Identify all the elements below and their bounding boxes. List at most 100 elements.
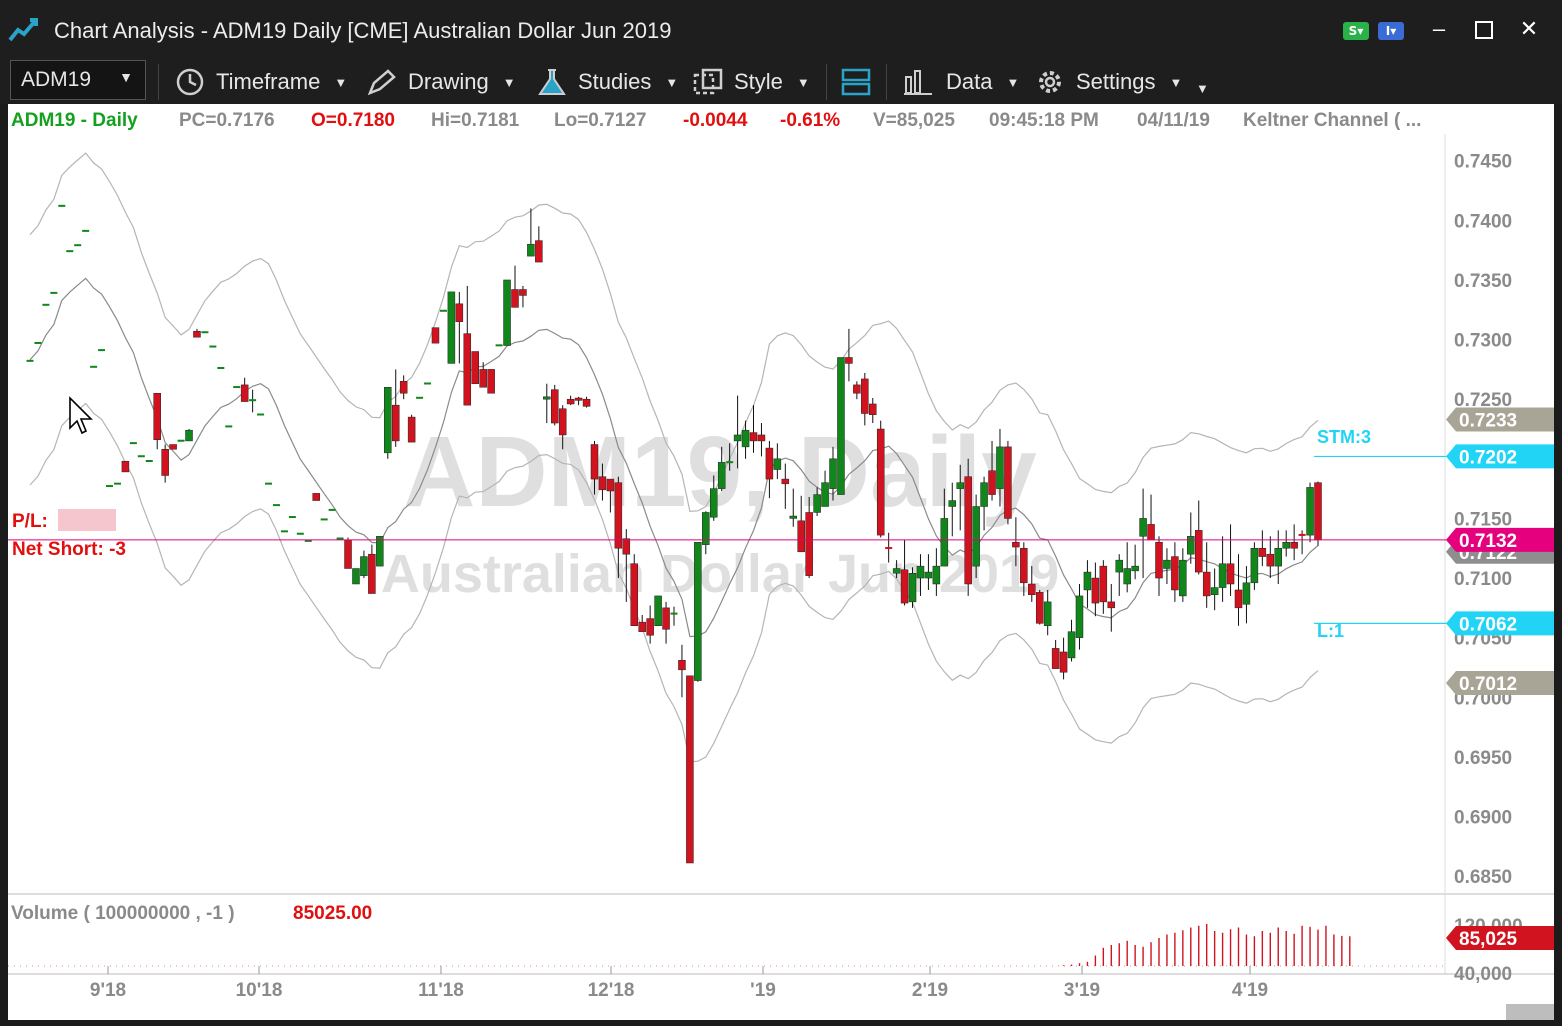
scrollbar-track[interactable] — [8, 1004, 1554, 1020]
stop-order-label[interactable]: STM:3 — [1317, 427, 1371, 447]
toolbar: ADM19 ▼ Timeframe ▼ Drawing ▼ Studies ▼ Sty… — [0, 60, 1562, 104]
i-badge-button[interactable]: I▾ — [1378, 22, 1404, 40]
candle-body — [630, 563, 638, 626]
title-bar: Chart Analysis - ADM19 Daily [CME] Austr… — [0, 0, 1562, 60]
minimize-icon[interactable]: – — [1424, 14, 1454, 44]
candle-body — [1171, 556, 1179, 591]
candle-body — [209, 345, 217, 348]
symbol-selector[interactable]: ADM19 ▼ — [10, 60, 146, 100]
candle-body — [781, 478, 790, 485]
bottom-scrollbar[interactable] — [0, 1004, 1562, 1026]
limit-order-label[interactable]: L:1 — [1317, 621, 1344, 641]
candle-body — [686, 675, 694, 864]
price-marker-label: 0.7012 — [1459, 674, 1517, 695]
candle-body — [360, 556, 368, 576]
candle-body — [733, 434, 742, 442]
data-button[interactable]: Data ▼ — [902, 68, 1019, 96]
volume-marker-label: 85,025 — [1459, 929, 1518, 950]
price-marker-label: 0.7202 — [1459, 447, 1517, 468]
candle-body — [638, 621, 646, 632]
candle-body — [320, 518, 328, 521]
candle-body — [129, 442, 137, 445]
price-tick-label: 0.6900 — [1454, 808, 1512, 829]
candle-body — [240, 384, 249, 402]
close-icon[interactable]: ✕ — [1514, 14, 1544, 44]
time-tick-label: 10'18 — [236, 980, 283, 1001]
candle-body — [678, 660, 686, 671]
candle-body — [74, 244, 82, 247]
candle-body — [527, 243, 535, 257]
candle-body — [1043, 601, 1052, 626]
candle-body — [726, 461, 734, 464]
scrollbar-thumb[interactable] — [1506, 1004, 1554, 1020]
candle-body — [821, 482, 829, 507]
timeframe-button[interactable]: Timeframe ▼ — [174, 68, 347, 96]
pl-value-blurred — [58, 509, 116, 531]
candle-body — [1282, 542, 1290, 549]
candle-body — [384, 387, 392, 454]
price-marker-label: 0.7062 — [1459, 614, 1517, 635]
candle-body — [765, 447, 774, 480]
candle-body — [391, 404, 400, 442]
candle-body — [257, 413, 265, 416]
studies-button[interactable]: Studies ▼ — [536, 68, 678, 96]
candle-body — [805, 512, 813, 576]
candle-body — [1250, 547, 1259, 584]
style-button[interactable]: Style ▼ — [692, 68, 810, 96]
candle-body — [1314, 482, 1322, 541]
candle-body — [1115, 559, 1123, 573]
candle-body — [1020, 547, 1028, 584]
candle-body — [813, 494, 821, 513]
candle-body — [1083, 571, 1092, 591]
toolbar-overflow-icon[interactable]: ▼ — [1196, 74, 1209, 102]
price-marker-label: 0.7132 — [1459, 531, 1517, 552]
candle-body — [519, 289, 527, 296]
time-tick-label: 11'18 — [418, 980, 464, 1001]
time-tick-label: '19 — [750, 980, 776, 1001]
candle-body — [312, 493, 320, 501]
candle-body — [972, 506, 980, 567]
gear-icon — [1039, 71, 1061, 93]
candle-body — [606, 478, 615, 492]
chevron-down-icon: ▼ — [1006, 74, 1020, 90]
candle-body — [1179, 559, 1187, 597]
header-symbol: ADM19 - Daily — [11, 110, 138, 131]
chevron-down-icon: ▼ — [502, 74, 516, 90]
s-badge-button[interactable]: S▾ — [1343, 22, 1369, 40]
volume-tick-label: 40,000 — [1454, 964, 1512, 985]
candle-body — [996, 446, 1004, 489]
candle-body — [646, 618, 654, 636]
candle-body — [550, 389, 559, 424]
candle-body — [50, 291, 58, 294]
drawing-button[interactable]: Drawing ▼ — [366, 68, 516, 96]
candle-body — [1147, 524, 1155, 541]
candle-body — [1242, 582, 1251, 605]
header-time: 09:45:18 PM — [989, 110, 1099, 131]
candle-body — [1218, 563, 1227, 588]
candle-body — [463, 333, 472, 406]
candle-body — [399, 381, 408, 394]
candle-body — [431, 327, 440, 344]
volume-panel-title: Volume ( 100000000 , -1 ) — [11, 903, 235, 924]
candle-body — [582, 398, 591, 407]
chart-area[interactable]: ADM19, Daily Australian Dollar Jun 2019 … — [8, 104, 1554, 1004]
candle-body — [1107, 601, 1116, 609]
candle-body — [1155, 542, 1163, 579]
candle-body — [66, 250, 74, 253]
candle-body — [217, 367, 225, 369]
maximize-icon[interactable] — [1469, 14, 1499, 44]
layout-button[interactable] — [840, 68, 872, 96]
chevron-down-icon: ▼ — [1169, 74, 1183, 90]
candle-body — [789, 515, 798, 519]
price-tick-label: 0.7150 — [1454, 509, 1512, 530]
candle-body — [1298, 533, 1306, 536]
candle-body — [876, 428, 885, 536]
candle-body — [1028, 583, 1036, 595]
candle-body — [233, 386, 241, 389]
settings-button[interactable]: Settings ▼ — [1034, 68, 1182, 96]
candle-body — [479, 369, 487, 388]
candle-body — [296, 532, 304, 535]
candle-body — [328, 508, 336, 511]
candle-body — [455, 303, 464, 322]
header-change: -0.0044 — [683, 110, 748, 131]
